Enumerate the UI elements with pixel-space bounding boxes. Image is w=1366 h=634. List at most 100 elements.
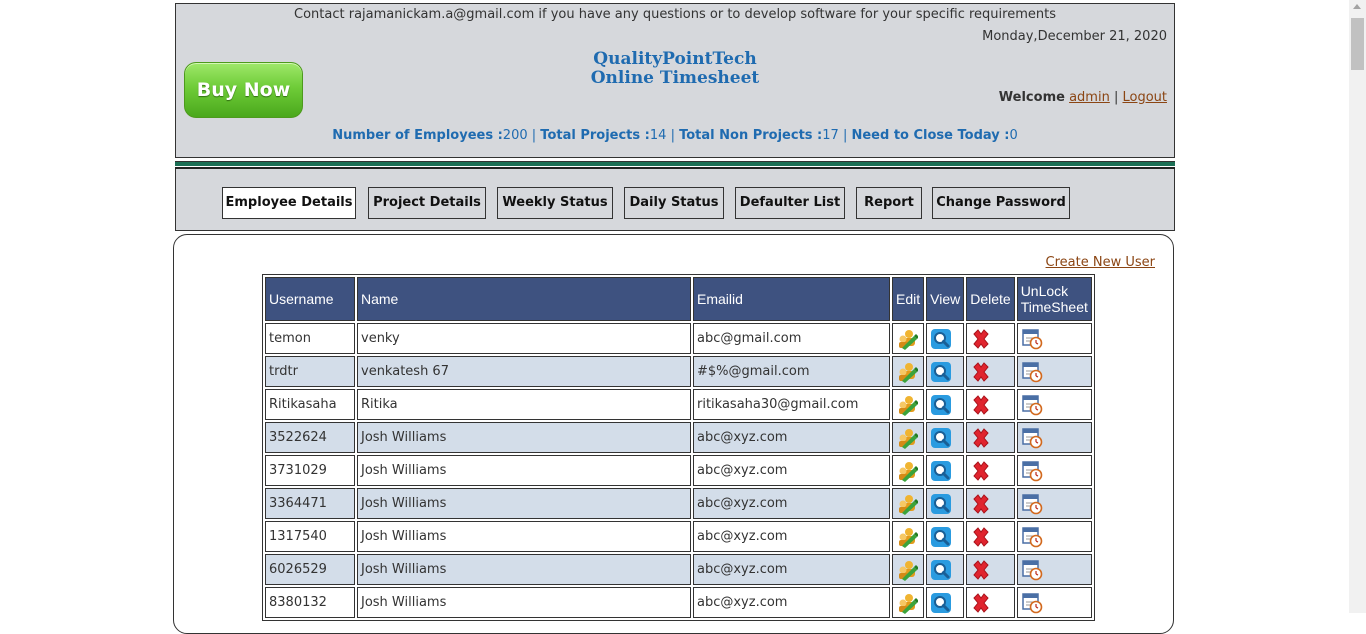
delete-x-icon[interactable]: [970, 592, 992, 614]
edit-user-icon[interactable]: [896, 592, 919, 614]
cell-delete: [966, 389, 1015, 420]
edit-user-icon[interactable]: [896, 460, 919, 482]
unlock-timesheet-icon[interactable]: [1021, 427, 1043, 449]
current-date: Monday,December 21, 2020: [982, 29, 1167, 44]
cell-username: 1317540: [265, 521, 355, 552]
cell-email: abc@xyz.com: [693, 521, 890, 552]
unlock-timesheet-icon[interactable]: [1021, 361, 1043, 383]
unlock-timesheet-icon[interactable]: [1021, 394, 1043, 416]
cell-username: Ritikasaha: [265, 389, 355, 420]
delete-x-icon[interactable]: [970, 361, 992, 383]
delete-x-icon[interactable]: [970, 493, 992, 515]
view-magnifier-icon[interactable]: [930, 460, 952, 482]
contact-text: Contact rajamanickam.a@gmail.com if you …: [294, 7, 1056, 22]
cell-view: [926, 356, 965, 387]
unlock-timesheet-icon[interactable]: [1021, 460, 1043, 482]
col-username: Username: [265, 277, 355, 321]
cell-username: 3731029: [265, 455, 355, 486]
edit-user-icon[interactable]: [896, 394, 919, 416]
col-name: Name: [357, 277, 691, 321]
view-magnifier-icon[interactable]: [930, 394, 952, 416]
delete-x-icon[interactable]: [970, 427, 992, 449]
cell-view: [926, 455, 965, 486]
close-today-count: 0: [1009, 128, 1018, 143]
view-magnifier-icon[interactable]: [930, 526, 952, 548]
view-magnifier-icon[interactable]: [930, 427, 952, 449]
tab-report[interactable]: Report: [856, 187, 922, 219]
cell-edit: [892, 488, 925, 519]
delete-x-icon[interactable]: [970, 559, 992, 581]
edit-user-icon[interactable]: [896, 526, 919, 548]
cell-edit: [892, 455, 925, 486]
delete-x-icon[interactable]: [970, 394, 992, 416]
view-magnifier-icon[interactable]: [930, 493, 952, 515]
tab-daily-status[interactable]: Daily Status: [624, 187, 724, 219]
unlock-timesheet-icon[interactable]: [1021, 559, 1043, 581]
vertical-scrollbar[interactable]: [1349, 0, 1366, 613]
cell-edit: [892, 554, 925, 585]
tab-defaulter-list[interactable]: Defaulter List: [735, 187, 845, 219]
cell-username: 8380132: [265, 587, 355, 618]
buy-now-button[interactable]: Buy Now: [184, 62, 303, 118]
tab-employee-details[interactable]: Employee Details: [222, 187, 356, 219]
cell-delete: [966, 587, 1015, 618]
cell-email: abc@xyz.com: [693, 455, 890, 486]
cell-name: Josh Williams: [357, 587, 691, 618]
cell-view: [926, 587, 965, 618]
unlock-timesheet-icon[interactable]: [1021, 328, 1043, 350]
employees-label: Number of Employees :: [332, 128, 503, 143]
create-new-user-link[interactable]: Create New User: [1046, 255, 1155, 270]
unlock-timesheet-icon[interactable]: [1021, 493, 1043, 515]
edit-user-icon[interactable]: [896, 559, 919, 581]
delete-x-icon[interactable]: [970, 328, 992, 350]
view-magnifier-icon[interactable]: [930, 592, 952, 614]
cell-delete: [966, 488, 1015, 519]
cell-delete: [966, 356, 1015, 387]
cell-unlock: [1016, 455, 1092, 486]
unlock-timesheet-icon[interactable]: [1021, 526, 1043, 548]
employee-table: Username Name Emailid Edit View Delete U…: [262, 274, 1095, 621]
unlock-timesheet-icon[interactable]: [1021, 592, 1043, 614]
table-row: 6026529 Josh Williams abc@xyz.com: [265, 554, 1092, 585]
cell-username: trdtr: [265, 356, 355, 387]
tab-change-password[interactable]: Change Password: [932, 187, 1070, 219]
divider-green: [175, 161, 1175, 166]
scroll-up-arrow-icon[interactable]: [1353, 4, 1361, 9]
edit-user-icon[interactable]: [896, 328, 919, 350]
stats-separator: |: [531, 128, 537, 143]
nonprojects-count: 17: [822, 128, 839, 143]
cell-unlock: [1016, 422, 1092, 453]
cell-unlock: [1016, 389, 1092, 420]
cell-edit: [892, 323, 925, 354]
cell-email: abc@xyz.com: [693, 422, 890, 453]
cell-view: [926, 422, 965, 453]
scroll-thumb[interactable]: [1351, 18, 1364, 70]
cell-username: temon: [265, 323, 355, 354]
view-magnifier-icon[interactable]: [930, 328, 952, 350]
edit-user-icon[interactable]: [896, 493, 919, 515]
cell-username: 3522624: [265, 422, 355, 453]
logout-link[interactable]: Logout: [1122, 90, 1167, 105]
table-row: Ritikasaha Ritika ritikasaha30@gmail.com: [265, 389, 1092, 420]
close-today-label: Need to Close Today :: [851, 128, 1010, 143]
delete-x-icon[interactable]: [970, 460, 992, 482]
delete-x-icon[interactable]: [970, 526, 992, 548]
cell-edit: [892, 389, 925, 420]
stats-separator: |: [842, 128, 848, 143]
user-link[interactable]: admin: [1069, 90, 1110, 105]
cell-email: abc@gmail.com: [693, 323, 890, 354]
tab-project-details[interactable]: Project Details: [368, 187, 486, 219]
cell-name: Josh Williams: [357, 488, 691, 519]
view-magnifier-icon[interactable]: [930, 361, 952, 383]
table-row: 3364471 Josh Williams abc@xyz.com: [265, 488, 1092, 519]
view-magnifier-icon[interactable]: [930, 559, 952, 581]
edit-user-icon[interactable]: [896, 427, 919, 449]
tab-weekly-status[interactable]: Weekly Status: [497, 187, 613, 219]
cell-view: [926, 323, 965, 354]
edit-user-icon[interactable]: [896, 361, 919, 383]
table-row: trdtr venkatesh 67 #$%@gmail.com: [265, 356, 1092, 387]
table-row: 1317540 Josh Williams abc@xyz.com: [265, 521, 1092, 552]
cell-email: #$%@gmail.com: [693, 356, 890, 387]
cell-username: 3364471: [265, 488, 355, 519]
cell-name: venky: [357, 323, 691, 354]
